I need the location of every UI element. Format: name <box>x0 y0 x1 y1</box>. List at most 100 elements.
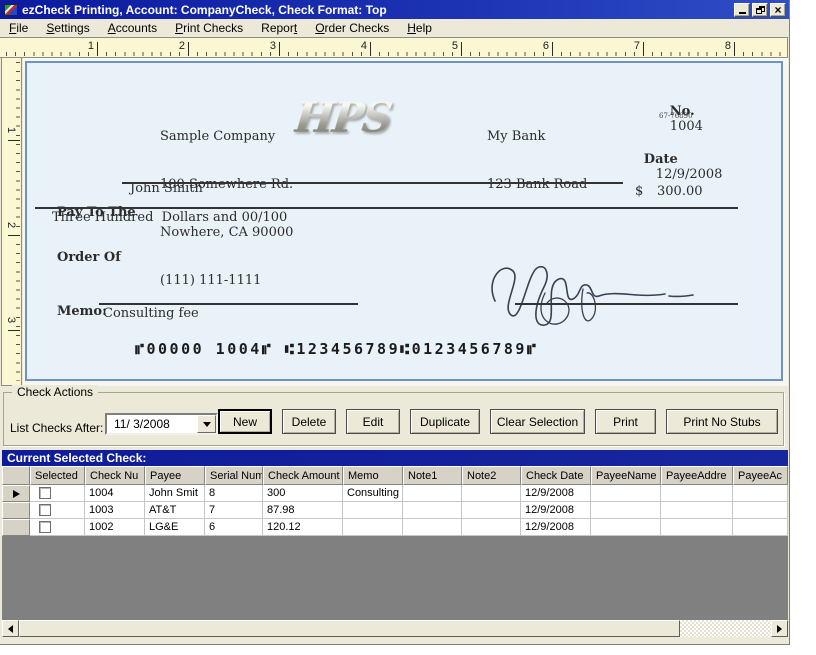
new-button[interactable]: New <box>218 409 272 434</box>
check-number-cell[interactable]: 1004 <box>85 485 145 502</box>
column-header-note1[interactable]: Note1 <box>403 466 462 485</box>
column-header-serial-num[interactable]: Serial Num <box>205 466 263 485</box>
check-date-cell[interactable]: 12/9/2008 <box>521 485 591 502</box>
note2-cell[interactable] <box>462 519 521 536</box>
ruler-number: 6 <box>542 40 549 52</box>
ruler-number: 2 <box>178 40 185 52</box>
hps-logo: HPS <box>292 93 394 142</box>
payee-line <box>122 182 623 184</box>
memo-cell[interactable] <box>343 519 403 536</box>
checks-grid: Selected Check Nu Payee Serial Num Check… <box>2 466 788 620</box>
payee-cell[interactable]: LG&E <box>145 519 205 536</box>
bank-fraction: 67-76890 <box>659 112 693 120</box>
payee-cell[interactable]: John Smit <box>145 485 205 502</box>
table-row[interactable]: 1004 John Smit 8 300 Consulting 12/9/200… <box>2 485 788 502</box>
ruler-number: 5 <box>451 40 458 52</box>
row-checkbox[interactable] <box>39 504 51 516</box>
menu-bar: File Settings Accounts Print Checks Repo… <box>0 19 789 38</box>
amount-cell[interactable]: 87.98 <box>263 502 343 519</box>
ruler-number: 1 <box>87 40 94 52</box>
column-header-payee-name[interactable]: PayeeName <box>591 466 661 485</box>
payee-address-cell[interactable] <box>661 519 733 536</box>
payee-ac-cell[interactable] <box>733 519 788 536</box>
note1-cell[interactable] <box>403 502 462 519</box>
check-number-cell[interactable]: 1002 <box>85 519 145 536</box>
serial-cell[interactable]: 8 <box>205 485 263 502</box>
bank-address: My Bank 123 Bank Road <box>487 97 587 225</box>
menu-settings[interactable]: Settings <box>37 20 98 37</box>
payee-cell[interactable]: AT&T <box>145 502 205 519</box>
selected-cell[interactable] <box>30 519 85 536</box>
scrollbar-thumb[interactable] <box>19 620 680 637</box>
vertical-ruler: 1 2 3 <box>1 58 22 386</box>
column-header-payee-address[interactable]: PayeeAddre <box>661 466 733 485</box>
check-date-cell[interactable]: 12/9/2008 <box>521 502 591 519</box>
table-row[interactable]: 1003 AT&T 7 87.98 12/9/2008 <box>2 502 788 519</box>
date-filter-combobox[interactable]: 11/ 3/2008 <box>105 413 218 435</box>
minimize-button[interactable] <box>734 2 750 17</box>
scroll-left-button[interactable] <box>2 620 19 637</box>
company-phone: (111) 111-1111 <box>160 273 262 288</box>
amount-cell[interactable]: 300 <box>263 485 343 502</box>
check-date-cell[interactable]: 12/9/2008 <box>521 519 591 536</box>
clear-selection-button[interactable]: Clear Selection <box>490 409 585 434</box>
row-checkbox[interactable] <box>39 487 51 499</box>
scroll-right-button[interactable] <box>771 620 788 637</box>
payee-name-cell[interactable] <box>591 485 661 502</box>
column-header-memo[interactable]: Memo <box>343 466 403 485</box>
menu-print-checks[interactable]: Print Checks <box>166 20 252 37</box>
company-city: Nowhere, CA 90000 <box>160 225 294 240</box>
menu-file[interactable]: File <box>0 20 37 37</box>
row-selector[interactable] <box>2 519 30 536</box>
edit-button[interactable]: Edit <box>346 409 400 434</box>
close-button[interactable]: × <box>770 2 786 17</box>
duplicate-button[interactable]: Duplicate <box>410 409 480 434</box>
check-preview: Sample Company 100 Somewhere Rd. Nowhere… <box>25 61 783 381</box>
selected-cell[interactable] <box>30 502 85 519</box>
note2-cell[interactable] <box>462 502 521 519</box>
ruler-number: 4 <box>360 40 367 52</box>
menu-help[interactable]: Help <box>398 20 441 37</box>
arrow-right-icon <box>777 624 782 633</box>
menu-report[interactable]: Report <box>252 20 306 37</box>
payee-name-cell[interactable] <box>591 519 661 536</box>
horizontal-scrollbar[interactable] <box>2 620 788 637</box>
memo-cell[interactable]: Consulting <box>343 485 403 502</box>
menu-order-checks[interactable]: Order Checks <box>306 20 398 37</box>
note2-cell[interactable] <box>462 485 521 502</box>
print-no-stubs-button[interactable]: Print No Stubs <box>666 409 778 434</box>
amount-words: Three Hundred Dollars and 00/100 <box>52 210 288 225</box>
column-header-note2[interactable]: Note2 <box>462 466 521 485</box>
selected-cell[interactable] <box>30 485 85 502</box>
row-selector[interactable] <box>2 485 30 502</box>
restore-icon <box>755 5 765 14</box>
column-header-check-number[interactable]: Check Nu <box>85 466 145 485</box>
delete-button[interactable]: Delete <box>282 409 336 434</box>
check-number-cell[interactable]: 1003 <box>85 502 145 519</box>
payee-ac-cell[interactable] <box>733 502 788 519</box>
menu-accounts[interactable]: Accounts <box>99 20 166 37</box>
memo-cell[interactable] <box>343 502 403 519</box>
column-header-payee-ac[interactable]: PayeeAc <box>733 466 788 485</box>
serial-cell[interactable]: 7 <box>205 502 263 519</box>
date-filter-dropdown-button[interactable] <box>197 415 216 433</box>
row-selector[interactable] <box>2 502 30 519</box>
amount-cell[interactable]: 120.12 <box>263 519 343 536</box>
column-header-check-amount[interactable]: Check Amount <box>263 466 343 485</box>
print-button[interactable]: Print <box>595 409 656 434</box>
payee-address-cell[interactable] <box>661 485 733 502</box>
payee-ac-cell[interactable] <box>733 485 788 502</box>
window-title: ezCheck Printing, Account: CompanyCheck,… <box>22 2 387 17</box>
payee-address-cell[interactable] <box>661 502 733 519</box>
column-header-payee[interactable]: Payee <box>145 466 205 485</box>
table-row[interactable]: 1002 LG&E 6 120.12 12/9/2008 <box>2 519 788 536</box>
restore-button[interactable] <box>752 2 768 17</box>
serial-cell[interactable]: 6 <box>205 519 263 536</box>
column-header-check-date[interactable]: Check Date <box>521 466 591 485</box>
column-header-selected[interactable]: Selected <box>30 466 85 485</box>
row-checkbox[interactable] <box>39 521 51 533</box>
ruler-number: 3 <box>269 40 276 52</box>
payee-name-cell[interactable] <box>591 502 661 519</box>
note1-cell[interactable] <box>403 519 462 536</box>
note1-cell[interactable] <box>403 485 462 502</box>
